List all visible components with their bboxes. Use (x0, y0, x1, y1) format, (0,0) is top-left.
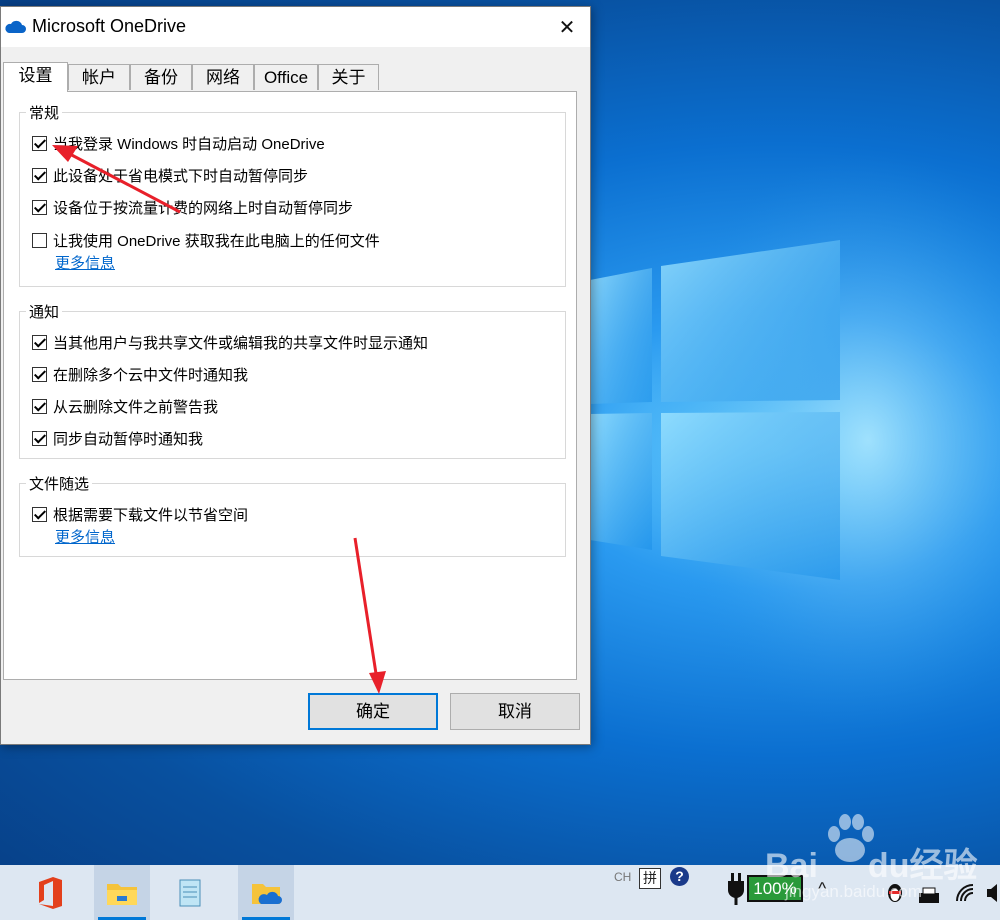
qq-penguin-icon[interactable] (885, 881, 905, 903)
option-save-space[interactable]: 根据需要下载文件以节省空间 (32, 504, 248, 525)
tab-account[interactable]: 帐户 (68, 64, 130, 90)
option-start-on-login[interactable]: 当我登录 Windows 时自动启动 OneDrive (32, 133, 325, 154)
checkbox[interactable] (32, 507, 47, 522)
checkbox[interactable] (32, 136, 47, 151)
tab-about[interactable]: 关于 (318, 64, 379, 90)
option-label: 设备位于按流量计费的网络上时自动暂停同步 (53, 200, 354, 217)
close-icon: ✕ (558, 16, 576, 39)
battery-percent: 100% (753, 879, 797, 898)
power-plug-icon (728, 873, 744, 905)
option-label: 同步自动暂停时通知我 (53, 431, 204, 448)
option-label: 让我使用 OneDrive 获取我在此电脑上的任何文件 (53, 233, 380, 250)
tab-label: 设置 (18, 66, 53, 85)
option-label: 此设备处于省电模式下时自动暂停同步 (53, 168, 309, 185)
tab-settings[interactable]: 设置 (3, 62, 68, 92)
taskbar: CH 拼 ? 100% ^ (0, 865, 1000, 920)
checkbox[interactable] (32, 399, 47, 414)
option-label: 在删除多个云中文件时通知我 (53, 367, 249, 384)
checkbox[interactable] (32, 367, 47, 382)
option-notify-mass-delete[interactable]: 在删除多个云中文件时通知我 (32, 364, 248, 385)
checkbox[interactable] (32, 431, 47, 446)
checkbox[interactable] (32, 200, 47, 215)
notifications-group: 通知 当其他用户与我共享文件或编辑我的共享文件时显示通知 在删除多个云中文件时通… (19, 301, 566, 459)
option-fetch-files[interactable]: 让我使用 OneDrive 获取我在此电脑上的任何文件 (32, 230, 380, 251)
checkbox[interactable] (32, 233, 47, 248)
ok-button[interactable]: 确定 (308, 693, 438, 730)
ime-mode-indicator[interactable]: 拼 (639, 868, 661, 889)
tab-backup[interactable]: 备份 (130, 64, 192, 90)
option-label: 当我登录 Windows 时自动启动 OneDrive (53, 136, 325, 153)
option-pause-metered-network[interactable]: 设备位于按流量计费的网络上时自动暂停同步 (32, 197, 353, 218)
tab-label: 网络 (206, 68, 240, 87)
taskbar-notepad[interactable] (162, 865, 218, 920)
general-group: 常规 当我登录 Windows 时自动启动 OneDrive 此设备处于省电模式… (19, 102, 566, 287)
tab-label: 帐户 (82, 68, 116, 87)
group-title-files-on-demand: 文件随选 (26, 473, 93, 494)
onedrive-cloud-icon (5, 20, 26, 33)
show-hidden-icons-button[interactable]: ^ (818, 879, 826, 900)
option-notify-sync-paused[interactable]: 同步自动暂停时通知我 (32, 428, 203, 449)
taskbar-file-explorer[interactable] (94, 865, 150, 920)
onedrive-folder-icon (252, 883, 282, 904)
ime-language[interactable]: CH (614, 870, 631, 884)
tab-label: 备份 (144, 68, 178, 87)
option-pause-battery-saver[interactable]: 此设备处于省电模式下时自动暂停同步 (32, 165, 308, 186)
help-icon[interactable]: ? (670, 867, 689, 886)
tab-network[interactable]: 网络 (192, 64, 254, 90)
group-title-general: 常规 (26, 102, 63, 123)
more-info-link-files-on-demand[interactable]: 更多信息 (55, 526, 115, 547)
more-info-link-general[interactable]: 更多信息 (55, 252, 115, 273)
tab-label: Office (263, 68, 309, 87)
close-button[interactable]: ✕ (544, 7, 590, 47)
checkbox[interactable] (32, 168, 47, 183)
option-label: 当其他用户与我共享文件或编辑我的共享文件时显示通知 (53, 335, 429, 352)
onedrive-settings-dialog: Microsoft OneDrive ✕ 设置 帐户 备份 网络 Office … (0, 6, 591, 745)
settings-panel: 常规 当我登录 Windows 时自动启动 OneDrive 此设备处于省电模式… (3, 91, 577, 680)
cancel-button[interactable]: 取消 (450, 693, 580, 730)
tab-office[interactable]: Office (254, 64, 318, 90)
battery-indicator[interactable]: 100% (747, 875, 803, 902)
office-icon (39, 876, 62, 909)
option-label: 从云删除文件之前警告我 (53, 399, 219, 416)
option-label: 根据需要下载文件以节省空间 (53, 507, 249, 524)
volume-icon[interactable] (987, 883, 999, 903)
group-title-notifications: 通知 (26, 301, 63, 322)
file-explorer-icon (107, 883, 137, 905)
files-on-demand-group: 文件随选 根据需要下载文件以节省空间 更多信息 (19, 473, 566, 557)
tab-label: 关于 (331, 68, 366, 87)
printer-icon[interactable] (917, 887, 941, 905)
wifi-icon[interactable] (955, 883, 977, 903)
option-notify-shared-edits[interactable]: 当其他用户与我共享文件或编辑我的共享文件时显示通知 (32, 332, 428, 353)
taskbar-onedrive-folder[interactable] (238, 865, 294, 920)
option-warn-before-delete[interactable]: 从云删除文件之前警告我 (32, 396, 218, 417)
checkbox[interactable] (32, 335, 47, 350)
window-title: Microsoft OneDrive (32, 16, 187, 36)
title-bar[interactable]: Microsoft OneDrive ✕ (1, 7, 590, 47)
taskbar-office[interactable] (22, 865, 78, 920)
notepad-icon (179, 879, 201, 906)
